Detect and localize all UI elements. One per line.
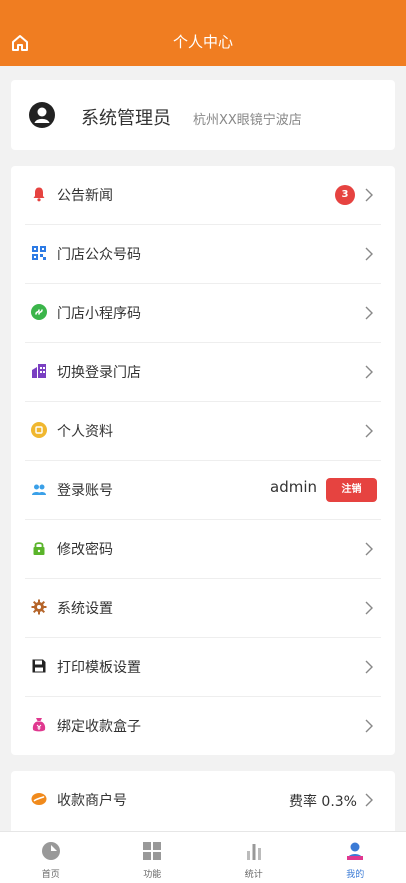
page-title: 个人中心 — [172, 33, 233, 51]
menu-label: 切换登录门店 — [57, 365, 141, 381]
bar-chart-icon — [246, 844, 261, 860]
chevron-right-icon — [365, 247, 373, 261]
users-icon — [32, 484, 46, 495]
store-icon — [32, 364, 46, 378]
chevron-right-icon — [365, 365, 373, 379]
menu-item-bind-box[interactable]: 绑定收款盒子 — [11, 697, 395, 756]
menu-item-store-qr[interactable]: 门店公众号码 — [11, 225, 395, 284]
menu-label: 绑定收款盒子 — [57, 719, 141, 735]
profile-badge-icon — [31, 422, 47, 438]
fee-rate: 费率 0.3% — [288, 794, 357, 810]
chevron-right-icon — [365, 601, 373, 615]
menu-label: 门店小程序码 — [57, 306, 141, 322]
user-tab-icon — [347, 842, 364, 860]
miniprogram-icon — [31, 304, 47, 320]
tab-stats[interactable]: 统计 — [203, 832, 305, 883]
qr-code-icon — [32, 246, 46, 260]
profile-card: 系统管理员 杭州XX眼镜宁波店 — [11, 80, 395, 150]
menu-label: 打印模板设置 — [57, 660, 141, 676]
grid-icon — [143, 842, 162, 860]
tab-label: 首页 — [41, 870, 60, 880]
account-value: admin — [270, 478, 317, 496]
save-icon — [32, 659, 46, 673]
chevron-right-icon — [365, 188, 373, 202]
chevron-right-icon — [365, 719, 373, 733]
menu-item-merchant[interactable]: 收款商户号 费率 0.3% — [11, 771, 395, 830]
menu-item-personal[interactable]: 个人资料 — [11, 402, 395, 461]
bottom-tab-bar: 首页 功能 统计 我的 — [0, 831, 406, 883]
payment-icon — [31, 793, 47, 805]
lock-icon — [33, 542, 45, 555]
menu-item-password[interactable]: 修改密码 — [11, 520, 395, 579]
menu-label: 门店公众号码 — [57, 247, 141, 263]
user-name: 系统管理员 — [81, 108, 171, 129]
chevron-right-icon — [365, 660, 373, 674]
tab-label: 功能 — [143, 870, 162, 880]
tab-home[interactable]: 首页 — [0, 832, 102, 883]
menu-label: 公告新闻 — [57, 188, 113, 204]
notice-count-badge: 3 — [335, 185, 355, 205]
menu-item-switch-store[interactable]: 切换登录门店 — [11, 343, 395, 402]
tab-functions[interactable]: 功能 — [102, 832, 204, 883]
chevron-right-icon — [365, 542, 373, 556]
logout-button[interactable]: 注销 — [326, 478, 377, 502]
store-name: 杭州XX眼镜宁波店 — [193, 113, 302, 128]
tab-label: 统计 — [244, 870, 263, 880]
tab-label: 我的 — [346, 870, 365, 880]
menu-card: 公告新闻 3 门店公众号码 门店小程序码 切换登录门店 个人资料 登录账号 ad… — [11, 166, 395, 755]
menu-label: 个人资料 — [57, 424, 113, 440]
menu-label: 登录账号 — [57, 483, 113, 499]
home-tab-icon — [41, 842, 60, 860]
chevron-right-icon — [365, 306, 373, 320]
chevron-right-icon — [365, 424, 373, 438]
menu-item-print-template[interactable]: 打印模板设置 — [11, 638, 395, 697]
app-header: 个人中心 — [0, 0, 406, 66]
gear-icon — [31, 599, 47, 615]
menu-item-miniprogram[interactable]: 门店小程序码 — [11, 284, 395, 343]
menu-label: 修改密码 — [57, 542, 113, 558]
menu-item-account: 登录账号 admin 注销 — [11, 461, 395, 520]
menu-item-notice[interactable]: 公告新闻 3 — [11, 166, 395, 225]
menu-item-settings[interactable]: 系统设置 — [11, 579, 395, 638]
avatar-icon — [29, 102, 55, 128]
menu-label: 收款商户号 — [57, 793, 127, 809]
tab-mine[interactable]: 我的 — [305, 832, 406, 883]
menu-label: 系统设置 — [57, 601, 113, 617]
chevron-right-icon — [365, 793, 373, 807]
bell-icon — [33, 187, 45, 202]
money-bag-icon — [32, 718, 46, 732]
